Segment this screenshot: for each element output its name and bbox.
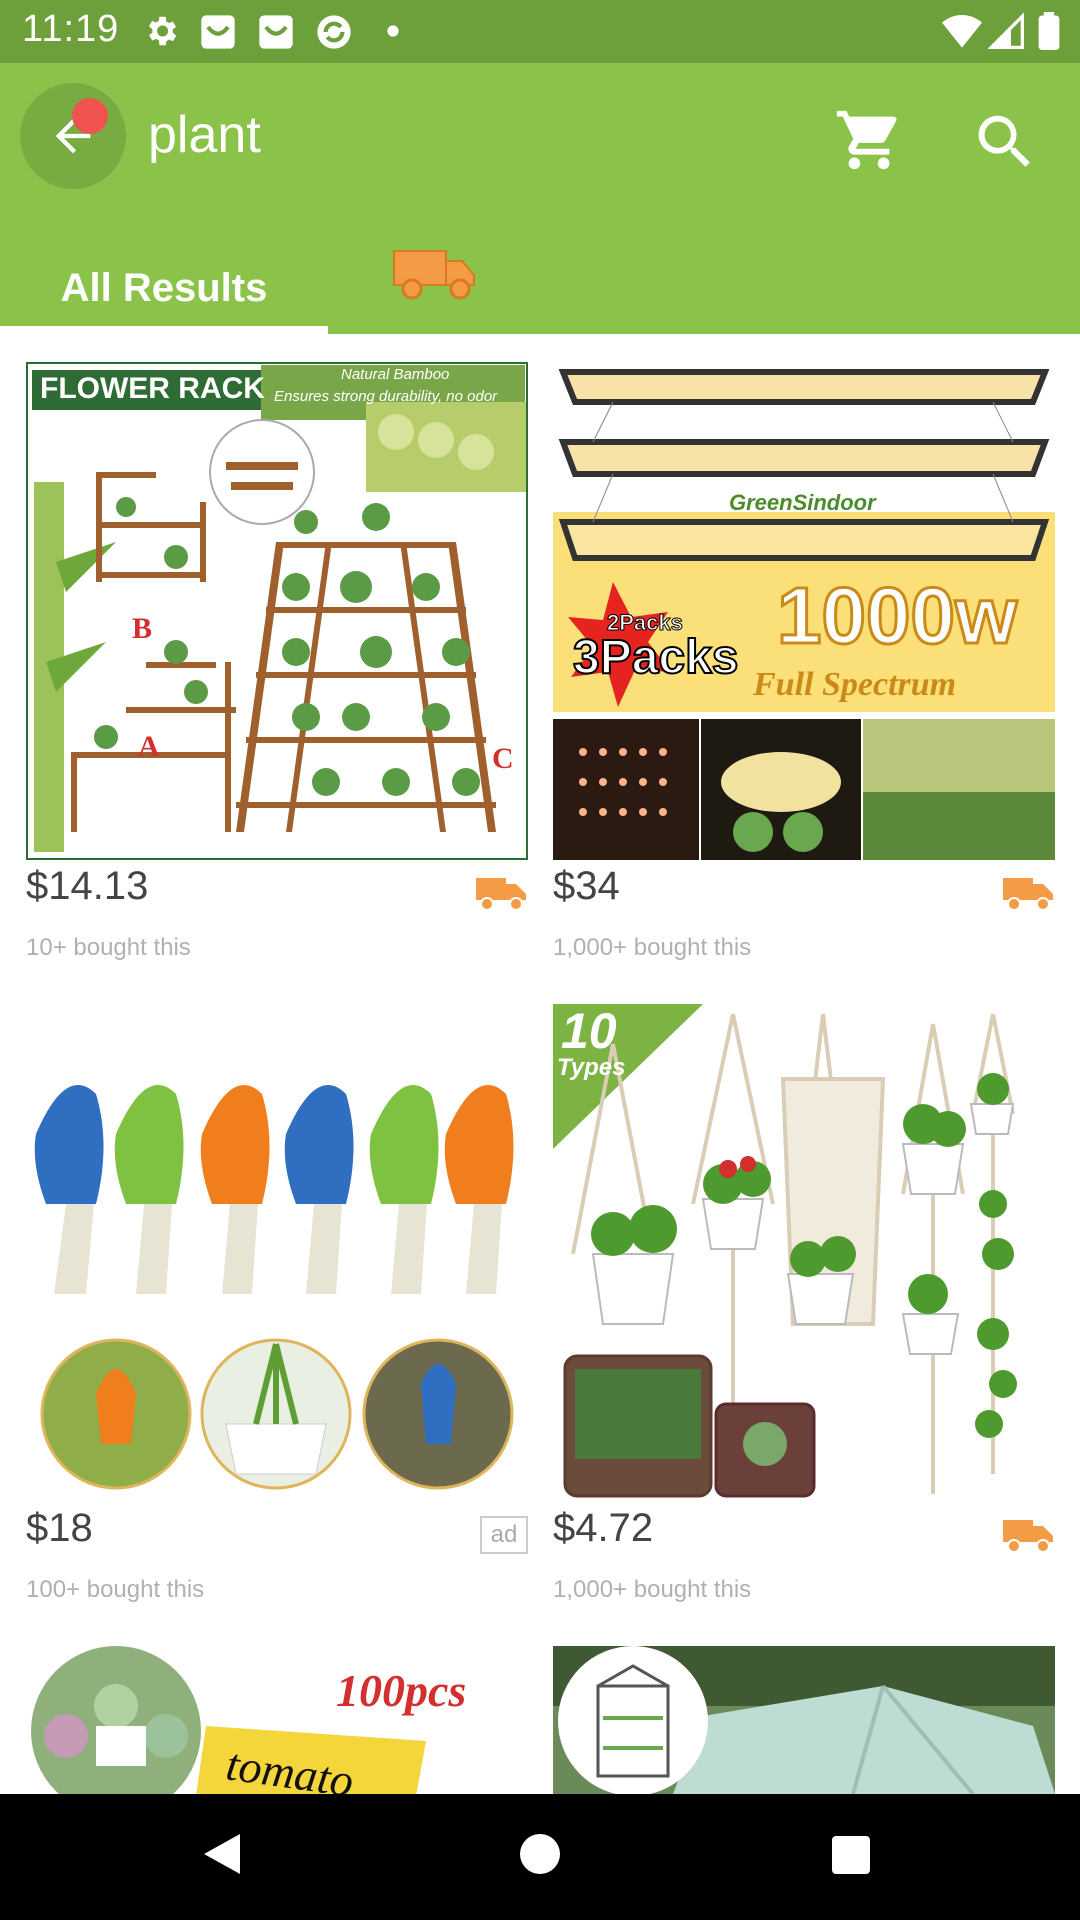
product-image[interactable]: 10 Types (553, 1004, 1055, 1502)
product-card-watering-spikes[interactable]: $18 ad 100+ bought this (26, 1004, 528, 1624)
settings-icon (148, 16, 177, 46)
tab-label: All Results (60, 265, 268, 310)
shipping-truck-icon (1003, 878, 1053, 911)
back-button[interactable] (20, 83, 126, 189)
app-bar: plant All Results (0, 63, 1080, 334)
variant-label: B (132, 612, 153, 645)
product-card-greenhouse[interactable] (553, 1646, 1055, 1794)
search-icon[interactable] (970, 107, 1040, 177)
product-price: $4.72 (553, 1506, 654, 1550)
product-price: $34 (553, 864, 620, 908)
wifi-icon (942, 15, 982, 48)
search-query[interactable]: plant (148, 105, 261, 165)
shipping-truck-icon (476, 878, 526, 911)
product-image[interactable] (26, 1004, 528, 1502)
cell-signal-icon (988, 12, 1024, 49)
sync-icon (317, 15, 351, 49)
ad-badge: ad (480, 1516, 528, 1554)
types-count: 10 (561, 1004, 617, 1059)
tab-all-results[interactable]: All Results (0, 243, 328, 333)
product-price: $18 (26, 1506, 93, 1550)
cart-icon[interactable] (834, 105, 904, 175)
nav-recents-icon[interactable] (832, 1836, 870, 1874)
types-label: Types (557, 1054, 626, 1081)
product-image[interactable]: 100pcs tomato (26, 1646, 528, 1794)
bought-count: 10+ bought this (26, 934, 191, 961)
status-time: 11:19 (22, 8, 120, 50)
nav-home-icon[interactable] (520, 1834, 560, 1874)
app-notification-icon (201, 15, 235, 49)
bought-count: 1,000+ bought this (553, 934, 752, 961)
product-card-flower-rack[interactable]: FLOWER RACK Natural Bamboo Ensures stron… (26, 362, 528, 982)
product-card-plant-hangers[interactable]: 10 Types $4.72 1,000+ bought this (553, 1004, 1055, 1624)
product-price: $14.13 (26, 864, 149, 908)
brand-text: GreenSindoor (729, 490, 876, 515)
status-bar: 11:19 (0, 0, 1080, 63)
app-notification-icon (259, 15, 293, 49)
product-card-grow-light[interactable]: GreenSindoor 1000w Full Spectrum 2Packs … (553, 362, 1055, 982)
bought-count: 100+ bought this (26, 1576, 205, 1603)
pcs-text: 100pcs (336, 1665, 467, 1716)
spectrum-text: Full Spectrum (753, 666, 957, 703)
bought-count: 1,000+ bought this (553, 1576, 752, 1603)
battery-icon (1038, 12, 1060, 50)
variant-label: C (492, 742, 514, 775)
system-navigation-bar (0, 1794, 1080, 1920)
banner-subtext: Ensures strong durability, no odor (274, 388, 498, 405)
nav-back-icon[interactable] (200, 1830, 244, 1878)
product-image[interactable]: FLOWER RACK Natural Bamboo Ensures stron… (26, 362, 528, 860)
fast-shipping-tab-icon[interactable] (390, 239, 480, 309)
wattage-text: 1000w (775, 570, 1018, 662)
product-image[interactable] (553, 1646, 1055, 1794)
banner-subtext: Natural Bamboo (341, 366, 450, 383)
packs-main-text: 3Packs (572, 630, 739, 685)
notification-dot (72, 98, 108, 134)
shipping-truck-icon (1003, 1520, 1053, 1553)
banner-text: FLOWER RACK (40, 372, 265, 405)
more-notifications-icon (387, 25, 399, 37)
tab-indicator (0, 326, 328, 334)
variant-label: A (138, 730, 160, 763)
product-image[interactable]: GreenSindoor 1000w Full Spectrum 2Packs … (553, 362, 1055, 860)
product-card-plant-labels[interactable]: 100pcs tomato (26, 1646, 528, 1794)
